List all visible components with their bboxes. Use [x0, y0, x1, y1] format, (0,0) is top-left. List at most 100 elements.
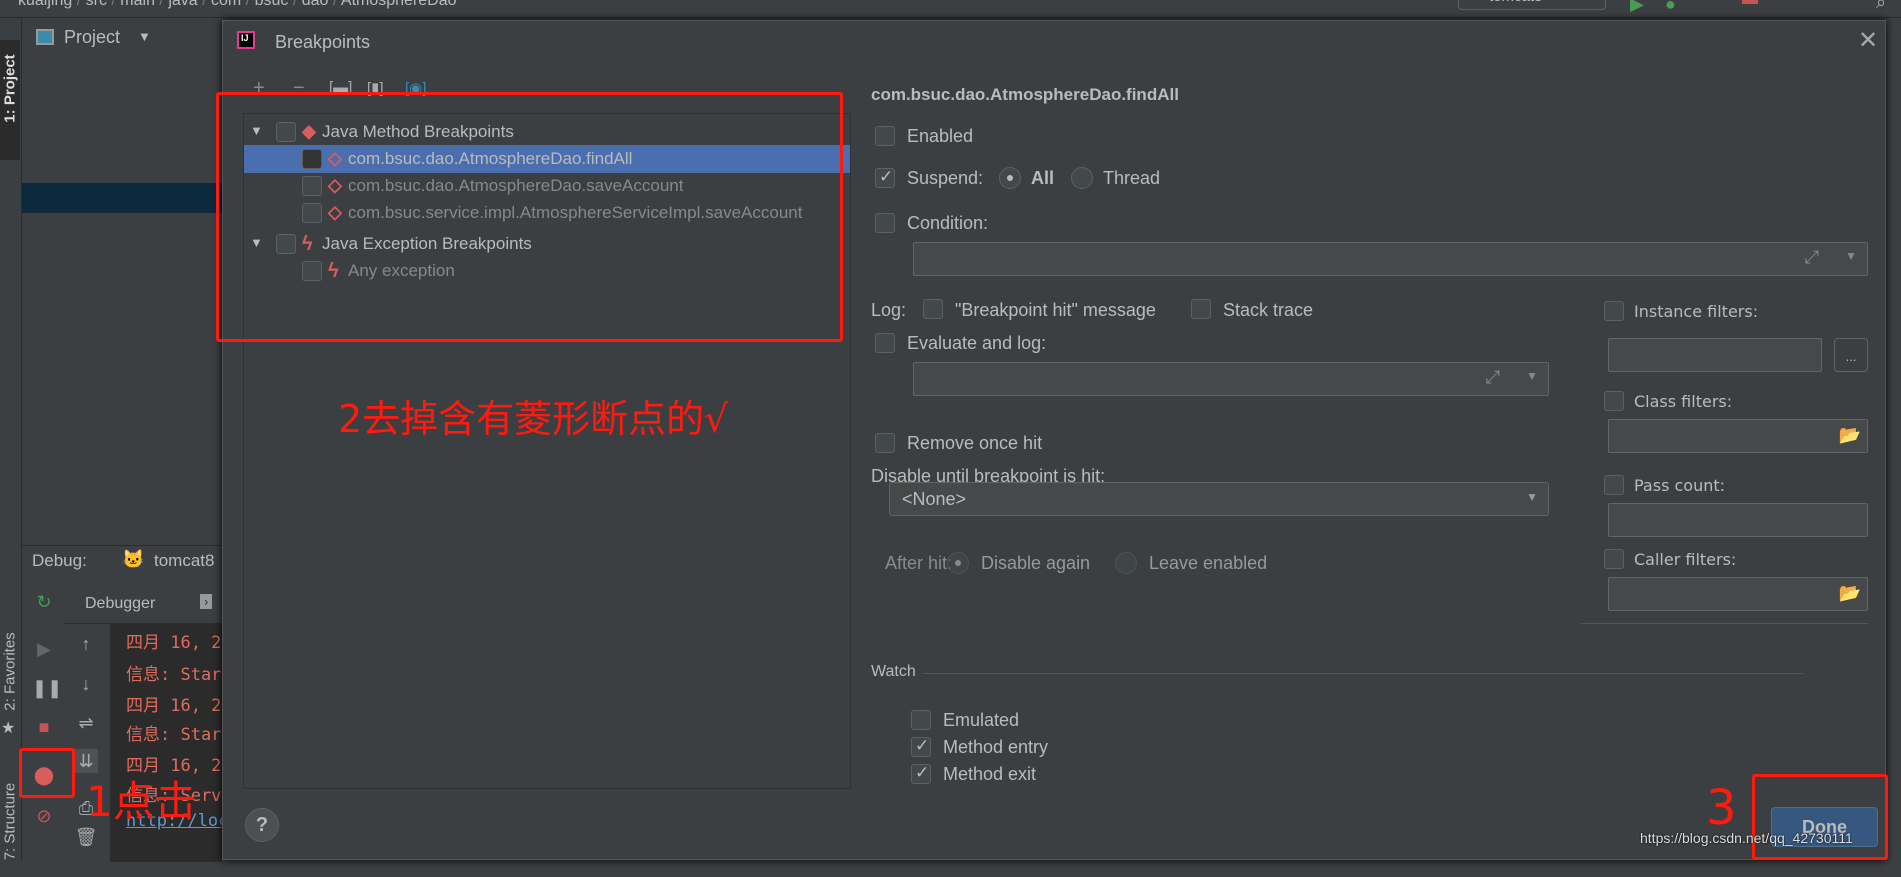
method-entry-label: Method entry	[943, 737, 1049, 757]
enabled-checkbox[interactable]	[875, 126, 895, 146]
watermark: https://blog.csdn.net/qq_42730111	[1640, 830, 1853, 846]
debugger-tab[interactable]: Debugger	[85, 595, 155, 613]
help-button[interactable]: ?	[245, 808, 279, 842]
annotation-box-tree	[216, 92, 843, 342]
rerun-icon[interactable]: ↻	[32, 590, 56, 614]
console-line: 四月 16, 2	[126, 633, 222, 653]
console-line: 信息: Star	[126, 665, 222, 685]
chevron-down-icon[interactable]: ▼	[138, 29, 151, 44]
breadcrumb-separator: /	[106, 0, 121, 9]
stop-icon[interactable]	[1742, 0, 1758, 4]
debug-icon[interactable]: ●	[1665, 0, 1676, 15]
stop-icon[interactable]: ■	[32, 715, 56, 739]
breadcrumb-separator: /	[288, 0, 302, 9]
disable-until-select[interactable]: <None> ▼	[889, 482, 1549, 516]
annotation-box-done	[1752, 774, 1888, 860]
instance-filters-label: Instance filters:	[1634, 302, 1759, 321]
breadcrumb-item[interactable]: AtmosphereDao	[341, 0, 457, 9]
evaluate-log-label: Evaluate and log:	[907, 333, 1047, 353]
tomcat-icon: 🐱	[122, 549, 145, 569]
caller-filters-checkbox[interactable]	[1604, 549, 1624, 569]
emulated-checkbox[interactable]	[911, 710, 931, 730]
suspend-all-radio[interactable]	[999, 167, 1021, 189]
breadcrumb-item[interactable]: bsuc	[255, 0, 289, 9]
method-entry-checkbox[interactable]	[911, 736, 931, 757]
debug-config-tab[interactable]: tomcat8	[154, 551, 214, 571]
chevron-down-icon[interactable]: ▼	[1526, 369, 1538, 383]
condition-input[interactable]: ⤢ ▼	[913, 242, 1868, 276]
suspend-thread-radio[interactable]	[1071, 167, 1093, 189]
stack-trace-checkbox[interactable]	[1191, 299, 1211, 319]
breadcrumb-separator: /	[241, 0, 255, 9]
method-exit-checkbox[interactable]	[911, 763, 931, 784]
suspend-checkbox[interactable]	[875, 167, 895, 188]
suspend-thread-label: Thread	[1103, 168, 1161, 188]
soft-wrap-icon[interactable]: ⇌	[74, 711, 98, 735]
intellij-logo-icon: IJ	[237, 31, 255, 49]
folder-icon[interactable]: 📂	[1839, 583, 1861, 604]
chevron-down-icon[interactable]: ▼	[1845, 249, 1857, 263]
breadcrumb-item[interactable]: java	[168, 0, 197, 9]
class-filters-input[interactable]: 📂	[1608, 419, 1868, 453]
watch-separator	[923, 673, 1803, 674]
detail-title: com.bsuc.dao.AtmosphereDao.findAll	[871, 85, 1179, 104]
structure-tool-label[interactable]: 7: Structure	[2, 767, 19, 877]
resume-icon[interactable]: ▶	[32, 637, 56, 661]
breadcrumb-separator: /	[197, 0, 212, 9]
breakpoint-hit-checkbox[interactable]	[923, 299, 943, 319]
run-config-select[interactable]: tomcat8	[1458, 0, 1606, 10]
after-hit-label: After hit:	[885, 553, 953, 573]
stack-trace-label: Stack trace	[1223, 300, 1314, 320]
navigation-bar: kuaijing / src / main / java / com / bsu…	[0, 0, 1901, 18]
expand-icon[interactable]: ⤢	[1486, 367, 1500, 388]
breadcrumb-item[interactable]: main	[120, 0, 155, 9]
caller-filters-input[interactable]: 📂	[1608, 577, 1868, 611]
suspend-all-label: All	[1031, 168, 1055, 188]
pass-count-label: Pass count:	[1634, 476, 1726, 495]
project-panel-title[interactable]: Project	[64, 27, 120, 48]
arrow-up-icon[interactable]: ↑	[74, 632, 98, 656]
mute-breakpoints-icon[interactable]: ⊘	[32, 804, 56, 828]
condition-checkbox[interactable]	[875, 213, 895, 233]
debug-label: Debug:	[32, 551, 87, 570]
breadcrumb-separator: /	[72, 0, 86, 9]
console-line: 信息: Star	[126, 725, 222, 745]
pass-count-input[interactable]	[1608, 503, 1868, 537]
pause-icon[interactable]: ❚❚	[32, 676, 62, 700]
disable-again-radio[interactable]	[947, 552, 969, 574]
breadcrumb-item[interactable]: src	[86, 0, 107, 9]
suspend-label: Suspend:	[907, 168, 984, 188]
log-label: Log:	[871, 300, 907, 320]
tree-selected-row[interactable]	[22, 183, 222, 213]
expand-icon[interactable]: ⤢	[1805, 247, 1819, 268]
breadcrumb-separator: /	[328, 0, 341, 9]
breadcrumb-item[interactable]: com	[211, 0, 241, 9]
favorites-tool-label[interactable]: 2: Favorites	[2, 617, 19, 727]
search-icon[interactable]: ⌕	[1876, 0, 1886, 13]
run-icon[interactable]: ▶	[1630, 0, 1644, 15]
project-icon	[36, 29, 54, 45]
instance-filters-checkbox[interactable]	[1604, 301, 1624, 321]
leave-enabled-radio[interactable]	[1115, 552, 1137, 574]
class-filters-checkbox[interactable]	[1604, 391, 1624, 411]
console-tab-icon[interactable]: ›	[200, 594, 213, 609]
annotation-step2: 2去掉含有菱形断点的√	[338, 397, 729, 441]
evaluate-log-input[interactable]: ⤢ ▼	[913, 362, 1549, 396]
remove-once-hit-checkbox[interactable]	[875, 433, 895, 453]
breadcrumb-item[interactable]: kuaijing	[18, 0, 72, 9]
leave-enabled-label: Leave enabled	[1149, 553, 1268, 573]
enabled-label: Enabled	[907, 126, 974, 146]
disable-until-value: <None>	[902, 489, 967, 509]
evaluate-log-checkbox[interactable]	[875, 333, 895, 353]
run-config-label: tomcat8	[1489, 0, 1542, 5]
method-exit-label: Method exit	[943, 764, 1037, 784]
breadcrumb-separator: /	[154, 0, 169, 9]
arrow-down-icon[interactable]: ↓	[74, 672, 98, 696]
instance-filters-input[interactable]	[1608, 338, 1822, 372]
project-tool-label[interactable]: 1: Project	[2, 39, 19, 139]
folder-icon[interactable]: 📂	[1839, 425, 1861, 446]
instance-filters-browse-button[interactable]: ...	[1834, 338, 1868, 372]
pass-count-checkbox[interactable]	[1604, 475, 1624, 495]
breadcrumb-item[interactable]: dao	[302, 0, 329, 9]
chevron-down-icon: ▼	[1526, 490, 1538, 504]
